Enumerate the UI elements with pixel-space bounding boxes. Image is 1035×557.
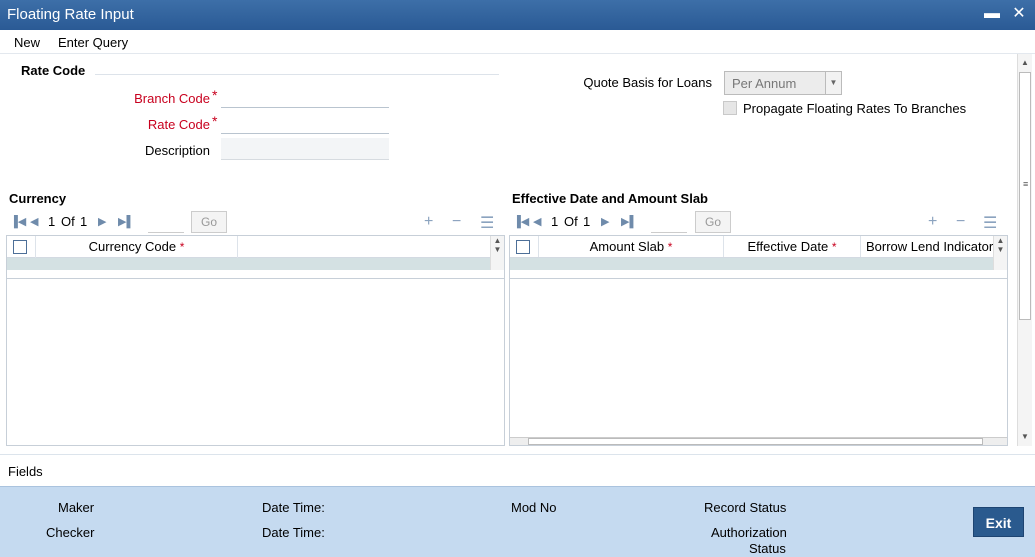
- first-page-icon[interactable]: ▐◀: [10, 215, 26, 228]
- branch-code-label: Branch Code: [134, 91, 210, 106]
- new-menu-item[interactable]: New: [14, 35, 40, 50]
- page-number-input[interactable]: [148, 215, 184, 233]
- effective-grid: Amount Slab * Effective Date * Borrow Le…: [509, 235, 1008, 446]
- currency-pager: ▐◀ ◀ 1 Of 1 ▶ ▶▌ Go + − ☰: [6, 210, 505, 234]
- pager-of: Of: [564, 214, 578, 229]
- delete-row-icon[interactable]: −: [956, 213, 965, 231]
- exit-button[interactable]: Exit: [973, 507, 1024, 537]
- quote-basis-select[interactable]: Per Annum ▼: [724, 71, 842, 95]
- scrollbar-thumb[interactable]: ≡: [1019, 72, 1031, 320]
- column-label: Effective Date: [747, 239, 829, 254]
- horizontal-scrollbar[interactable]: [510, 437, 1007, 445]
- rate-code-label: Rate Code: [147, 117, 210, 132]
- quote-basis-label: Quote Basis for Loans: [583, 75, 712, 90]
- pager-current: 1: [551, 214, 559, 229]
- next-page-icon[interactable]: ▶: [601, 215, 609, 228]
- pager-total: 1: [80, 214, 88, 229]
- audit-footer: Maker Date Time: Mod No Record Status Ch…: [0, 486, 1035, 557]
- scroll-down-icon[interactable]: ▼: [1021, 432, 1029, 441]
- scroll-up-icon[interactable]: ▲: [1021, 58, 1029, 67]
- enter-query-menu-item[interactable]: Enter Query: [58, 35, 128, 50]
- prev-page-icon[interactable]: ◀: [30, 215, 38, 228]
- grid-header: Amount Slab * Effective Date * Borrow Le…: [510, 236, 995, 258]
- currency-grid: Currency Code * ▲ ▼: [6, 235, 505, 446]
- required-marker: *: [212, 113, 218, 129]
- go-button[interactable]: Go: [695, 211, 731, 233]
- amount-slab-header[interactable]: Amount Slab *: [538, 236, 724, 257]
- section-divider: [95, 74, 499, 75]
- propagate-label: Propagate Floating Rates To Branches: [743, 101, 967, 116]
- delete-row-icon[interactable]: −: [452, 213, 461, 231]
- fields-label[interactable]: Fields: [8, 464, 43, 479]
- window-title: Floating Rate Input: [7, 6, 134, 23]
- description-field[interactable]: [221, 138, 389, 160]
- last-page-icon[interactable]: ▶▌: [118, 215, 134, 228]
- first-page-icon[interactable]: ▐◀: [513, 215, 529, 228]
- next-page-icon[interactable]: ▶: [98, 215, 106, 228]
- effective-section-title: Effective Date and Amount Slab: [512, 191, 708, 206]
- grid-scrollbar[interactable]: ▲ ▼: [993, 236, 1007, 270]
- effective-date-header[interactable]: Effective Date *: [724, 236, 861, 257]
- table-row[interactable]: [510, 258, 995, 270]
- pager-total: 1: [583, 214, 591, 229]
- column-label: Currency Code: [88, 239, 177, 254]
- form-content: Rate Code Branch Code * Rate Code * Desc…: [0, 54, 1017, 446]
- add-row-icon[interactable]: +: [424, 213, 433, 231]
- grid-divider: [7, 278, 504, 279]
- grid-header: Currency Code *: [7, 236, 492, 258]
- column-label: Amount Slab: [589, 239, 665, 254]
- page-number-input[interactable]: [651, 215, 687, 233]
- effective-pager: ▐◀ ◀ 1 Of 1 ▶ ▶▌ Go + − ☰: [509, 210, 1008, 234]
- required-marker: *: [831, 240, 837, 254]
- maker-label: Maker: [58, 500, 95, 515]
- grip-icon: ≡: [1023, 179, 1029, 189]
- grid-scrollbar[interactable]: ▲ ▼: [490, 236, 504, 270]
- rate-code-field[interactable]: [221, 112, 389, 134]
- mod-no-label: Mod No: [511, 500, 557, 515]
- prev-page-icon[interactable]: ◀: [533, 215, 541, 228]
- select-all-checkbox[interactable]: [516, 240, 530, 254]
- borrow-lend-indicator-header[interactable]: Borrow Lend Indicator: [861, 236, 995, 257]
- last-page-icon[interactable]: ▶▌: [621, 215, 637, 228]
- fields-bar: Fields: [0, 454, 1035, 486]
- currency-code-header[interactable]: Currency Code *: [35, 236, 238, 258]
- scrollbar-thumb[interactable]: [528, 438, 983, 445]
- go-button[interactable]: Go: [191, 211, 227, 233]
- table-row[interactable]: [7, 258, 492, 270]
- single-view-icon[interactable]: ☰: [983, 213, 997, 233]
- propagate-checkbox[interactable]: [723, 101, 737, 115]
- required-marker: *: [667, 240, 673, 254]
- description-label: Description: [144, 143, 210, 158]
- authorization-status-label: Authorization: [711, 525, 787, 540]
- menu-bar: New Enter Query: [0, 30, 1035, 54]
- authorization-status-label-line2: Status: [749, 541, 786, 556]
- single-view-icon[interactable]: ☰: [480, 213, 494, 233]
- required-marker: *: [179, 240, 185, 254]
- maker-date-time-label: Date Time:: [262, 500, 325, 515]
- quote-basis-value: Per Annum: [732, 76, 797, 91]
- minimize-icon[interactable]: ▬: [982, 4, 1002, 24]
- branch-code-field[interactable]: [221, 86, 389, 108]
- pager-current: 1: [48, 214, 56, 229]
- rate-code-section-title: Rate Code: [21, 63, 86, 78]
- currency-section-title: Currency: [9, 191, 67, 206]
- pager-of: Of: [61, 214, 75, 229]
- required-marker: *: [212, 87, 218, 103]
- select-all-checkbox[interactable]: [13, 240, 27, 254]
- checker-date-time-label: Date Time:: [262, 525, 325, 540]
- chevron-down-icon: ▼: [825, 72, 841, 94]
- record-status-label: Record Status: [704, 500, 787, 515]
- grid-divider: [510, 278, 1007, 279]
- checker-label: Checker: [46, 525, 95, 540]
- page-scrollbar[interactable]: ▲ ≡ ▼: [1017, 54, 1032, 446]
- close-icon[interactable]: ✕: [1009, 4, 1029, 24]
- window-titlebar: Floating Rate Input ▬ ✕: [0, 0, 1035, 30]
- add-row-icon[interactable]: +: [928, 213, 937, 231]
